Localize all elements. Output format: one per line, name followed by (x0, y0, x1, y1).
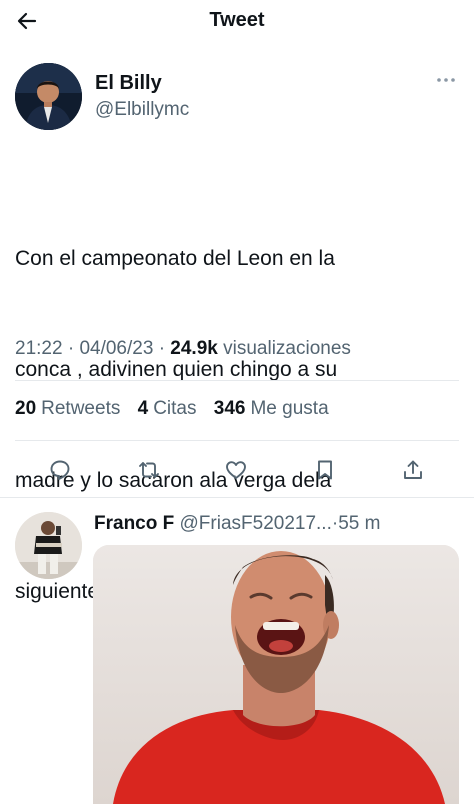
tweet-stats: 20 Retweets 4 Citas 346 Me gusta (15, 398, 341, 420)
retweet-icon (139, 462, 159, 478)
views-label: visualizaciones (223, 338, 351, 359)
meta-separator: · (67, 338, 80, 359)
views-count: 24.9k (170, 338, 218, 359)
reply-tweet[interactable]: Franco F @FriasF520217...·55 m (0, 498, 474, 804)
retweets-count: 20 (15, 398, 37, 419)
top-bar: Tweet (0, 0, 474, 42)
likes-stat[interactable]: 346 Me gusta (214, 398, 329, 419)
share-button[interactable] (396, 453, 430, 487)
likes-count: 346 (213, 398, 246, 419)
more-options-button[interactable] (435, 69, 457, 91)
reply-header: Franco F @FriasF520217...·55 m (94, 513, 464, 535)
divider (15, 380, 459, 381)
reply-time[interactable]: 55 m (338, 513, 380, 534)
retweet-button[interactable] (132, 453, 166, 487)
tweet-time[interactable]: 21:22 (15, 338, 63, 359)
reply-button[interactable] (43, 453, 77, 487)
more-dots-icon (437, 78, 455, 82)
tweet-date[interactable]: 04/06/23 (79, 338, 153, 359)
quotes-stat[interactable]: 4 Citas (138, 398, 197, 419)
tweet-meta: 21:22 · 04/06/23 · 24.9k visualizaciones (15, 338, 351, 360)
bookmark-icon (318, 460, 332, 480)
reply-avatar[interactable] (15, 512, 82, 579)
retweets-label: Retweets (41, 398, 121, 419)
tweet-text-line: Con el campeonato del Leon en la (15, 247, 335, 270)
heart-icon (226, 461, 246, 479)
author-name[interactable]: El Billy (95, 72, 162, 95)
avatar-image (15, 63, 82, 130)
laughing-man-image (93, 545, 459, 804)
likes-label: Me gusta (250, 398, 329, 419)
meta-separator: · (158, 338, 171, 359)
reply-media-image[interactable] (93, 545, 459, 804)
page-title: Tweet (209, 9, 265, 31)
retweets-stat[interactable]: 20 Retweets (15, 398, 120, 419)
reply-avatar-image (15, 512, 82, 579)
reply-author-handle[interactable]: @FriasF520217... (180, 513, 332, 534)
divider (15, 440, 459, 441)
quotes-count: 4 (137, 398, 149, 419)
bookmark-button[interactable] (308, 453, 342, 487)
action-bar (0, 453, 474, 487)
author-handle[interactable]: @Elbillymc (95, 99, 189, 121)
tweet-author: El Billy @Elbillymc (15, 63, 459, 133)
speech-bubble-icon (50, 460, 70, 480)
quotes-label: Citas (153, 398, 197, 419)
avatar[interactable] (15, 63, 82, 130)
share-icon (404, 460, 422, 479)
reply-author-name[interactable]: Franco F (94, 513, 174, 534)
like-button[interactable] (219, 453, 253, 487)
